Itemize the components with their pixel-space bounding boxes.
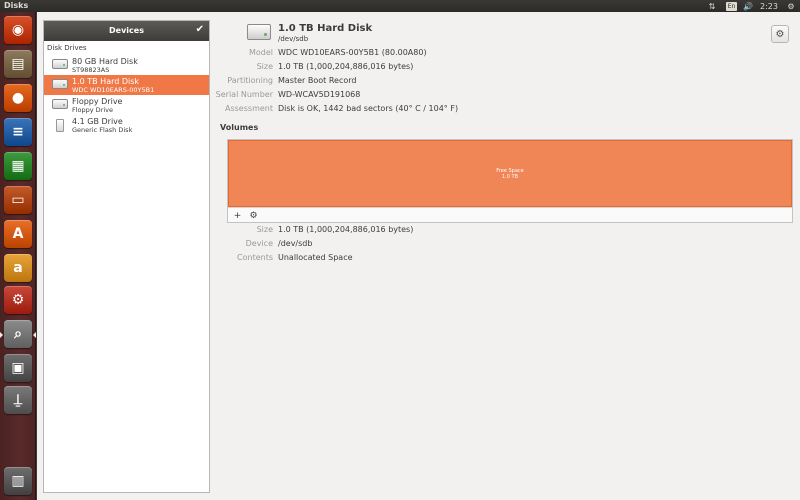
drive-model: WDC WD10EARS-00Y5B1 xyxy=(72,86,155,94)
prop-value: WD-WCAV5D191068 xyxy=(278,90,361,99)
launcher-disks-button[interactable]: ⌕ xyxy=(4,320,32,348)
volume-settings-button[interactable]: ⚙ xyxy=(248,210,259,221)
vol-prop-contents: Contents Unallocated Space xyxy=(213,253,797,263)
network-icon[interactable]: ⇅ xyxy=(707,1,717,11)
drive-item-floppy[interactable]: Floppy Drive Floppy Drive xyxy=(44,95,209,115)
software-center-icon: A xyxy=(12,226,24,242)
calc-icon: ▦ xyxy=(11,158,25,174)
launcher-floppy-button[interactable]: ▣ xyxy=(4,354,32,382)
disk-device-path: /dev/sdb xyxy=(278,35,309,43)
launcher-dash-home-button[interactable]: ◉ xyxy=(4,16,32,44)
vol-prop-device: Device /dev/sdb xyxy=(213,239,797,249)
app-title: Disks xyxy=(4,1,29,10)
add-partition-button[interactable]: + xyxy=(232,210,243,221)
disk-title: 1.0 TB Hard Disk xyxy=(278,23,373,34)
launcher-impress-button[interactable]: ▭ xyxy=(4,186,32,214)
prop-value: /dev/sdb xyxy=(278,239,313,248)
system-settings-icon: ⚙ xyxy=(11,292,25,308)
keyboard-layout-indicator[interactable]: En xyxy=(726,2,737,11)
running-indicator xyxy=(0,332,3,338)
launcher-usb-drive-button[interactable]: ⍊ xyxy=(4,386,32,414)
disk-drives-section-label: Disk Drives xyxy=(47,44,87,52)
floppy-icon: ▣ xyxy=(11,360,25,376)
check-icon[interactable]: ✔ xyxy=(196,24,204,35)
prop-partitioning: Partitioning Master Boot Record xyxy=(213,76,797,86)
launcher-firefox-button[interactable]: ● xyxy=(4,84,32,112)
prop-serial-number: Serial Number WD-WCAV5D191068 xyxy=(213,90,797,100)
prop-value: 1.0 TB (1,000,204,886,016 bytes) xyxy=(278,62,414,71)
firefox-icon: ● xyxy=(11,90,25,106)
launcher-files-button[interactable]: ▤ xyxy=(4,50,32,78)
segment-size: 1.0 TB xyxy=(501,174,519,180)
floppy-icon xyxy=(52,99,68,111)
drive-item-80gb[interactable]: 80 GB Hard Disk ST98823AS xyxy=(44,55,209,75)
launcher-writer-button[interactable]: ≡ xyxy=(4,118,32,146)
prop-value: WDC WD10EARS-00Y5B1 (80.00A80) xyxy=(278,48,427,57)
drive-model: Floppy Drive xyxy=(72,106,114,114)
usb-flash-icon xyxy=(52,119,68,132)
hdd-icon xyxy=(52,79,68,91)
launcher-software-center-button[interactable]: A xyxy=(4,220,32,248)
prop-key: Partitioning xyxy=(227,76,273,85)
devices-header-label: Devices xyxy=(109,26,144,35)
focused-indicator xyxy=(33,332,36,338)
prop-value: Master Boot Record xyxy=(278,76,357,85)
devices-header: Devices ✔ xyxy=(44,21,209,41)
volume-icon[interactable]: 🔊 xyxy=(742,1,754,11)
launcher: ◉ ▤ ● ≡ ▦ ▭ Aa ⚙ ⌕ ▣ ⍊ ▥ xyxy=(0,12,36,500)
clock[interactable]: 2:23 xyxy=(760,1,778,11)
free-space-segment[interactable]: Free Space 1.0 TB xyxy=(228,140,792,207)
drive-model: Generic Flash Disk xyxy=(72,126,133,134)
drive-model: ST98823AS xyxy=(72,66,110,74)
devices-sidebar: Devices ✔ Disk Drives 80 GB Hard Disk ST… xyxy=(43,20,210,493)
usb-drive-icon: ⍊ xyxy=(13,392,23,408)
files-icon: ▤ xyxy=(11,56,25,72)
prop-size: Size 1.0 TB (1,000,204,886,016 bytes) xyxy=(213,62,797,72)
volumes-map: Free Space 1.0 TB + ⚙ xyxy=(227,139,793,223)
prop-key: Size xyxy=(256,225,273,234)
launcher-system-settings-button[interactable]: ⚙ xyxy=(4,286,32,314)
prop-value: 1.0 TB (1,000,204,886,016 bytes) xyxy=(278,225,414,234)
drive-name: 80 GB Hard Disk xyxy=(72,57,138,66)
drive-name: 1.0 TB Hard Disk xyxy=(72,77,140,86)
prop-value: Unallocated Space xyxy=(278,253,353,262)
volumes-heading: Volumes xyxy=(220,123,259,132)
vol-prop-size: Size 1.0 TB (1,000,204,886,016 bytes) xyxy=(213,225,797,235)
prop-model: Model WDC WD10EARS-00Y5B1 (80.00A80) xyxy=(213,48,797,58)
launcher-amazon-button[interactable]: a xyxy=(4,254,32,282)
launcher-trash-button[interactable]: ▥ xyxy=(4,467,32,495)
prop-key: Device xyxy=(245,239,273,248)
prop-key: Serial Number xyxy=(215,90,273,99)
gear-icon: ⚙ xyxy=(775,28,785,40)
writer-icon: ≡ xyxy=(12,124,24,140)
dash-home-icon: ◉ xyxy=(11,22,25,38)
disk-details: 1.0 TB Hard Disk /dev/sdb ⚙ Model WDC WD… xyxy=(213,12,800,500)
prop-key: Size xyxy=(256,62,273,71)
gears-icon: ⚙ xyxy=(249,210,258,221)
launcher-calc-button[interactable]: ▦ xyxy=(4,152,32,180)
prop-value: Disk is OK, 1442 bad sectors (40° C / 10… xyxy=(278,104,459,113)
hdd-icon xyxy=(247,24,271,40)
drive-name: Floppy Drive xyxy=(72,97,123,106)
drive-item-1tb[interactable]: 1.0 TB Hard Disk WDC WD10EARS-00Y5B1 xyxy=(44,75,209,95)
amazon-icon: a xyxy=(13,260,23,276)
top-panel: Disks ⇅ En 🔊 2:23 ⚙ xyxy=(0,0,800,12)
trash-icon: ▥ xyxy=(11,473,25,489)
hdd-icon xyxy=(52,59,68,71)
drive-name: 4.1 GB Drive xyxy=(72,117,123,126)
prop-key: Model xyxy=(248,48,273,57)
prop-assessment: Assessment Disk is OK, 1442 bad sectors … xyxy=(213,104,797,114)
prop-key: Contents xyxy=(237,253,273,262)
drive-item-flash[interactable]: 4.1 GB Drive Generic Flash Disk xyxy=(44,115,209,135)
volume-toolbar: + ⚙ xyxy=(228,207,792,222)
disks-window: Devices ✔ Disk Drives 80 GB Hard Disk ST… xyxy=(37,12,800,500)
impress-icon: ▭ xyxy=(11,192,25,208)
plus-icon: + xyxy=(233,210,242,221)
disks-icon: ⌕ xyxy=(14,326,22,342)
session-gear-icon[interactable]: ⚙ xyxy=(786,1,796,11)
prop-key: Assessment xyxy=(225,104,273,113)
drive-settings-button[interactable]: ⚙ xyxy=(771,25,789,43)
